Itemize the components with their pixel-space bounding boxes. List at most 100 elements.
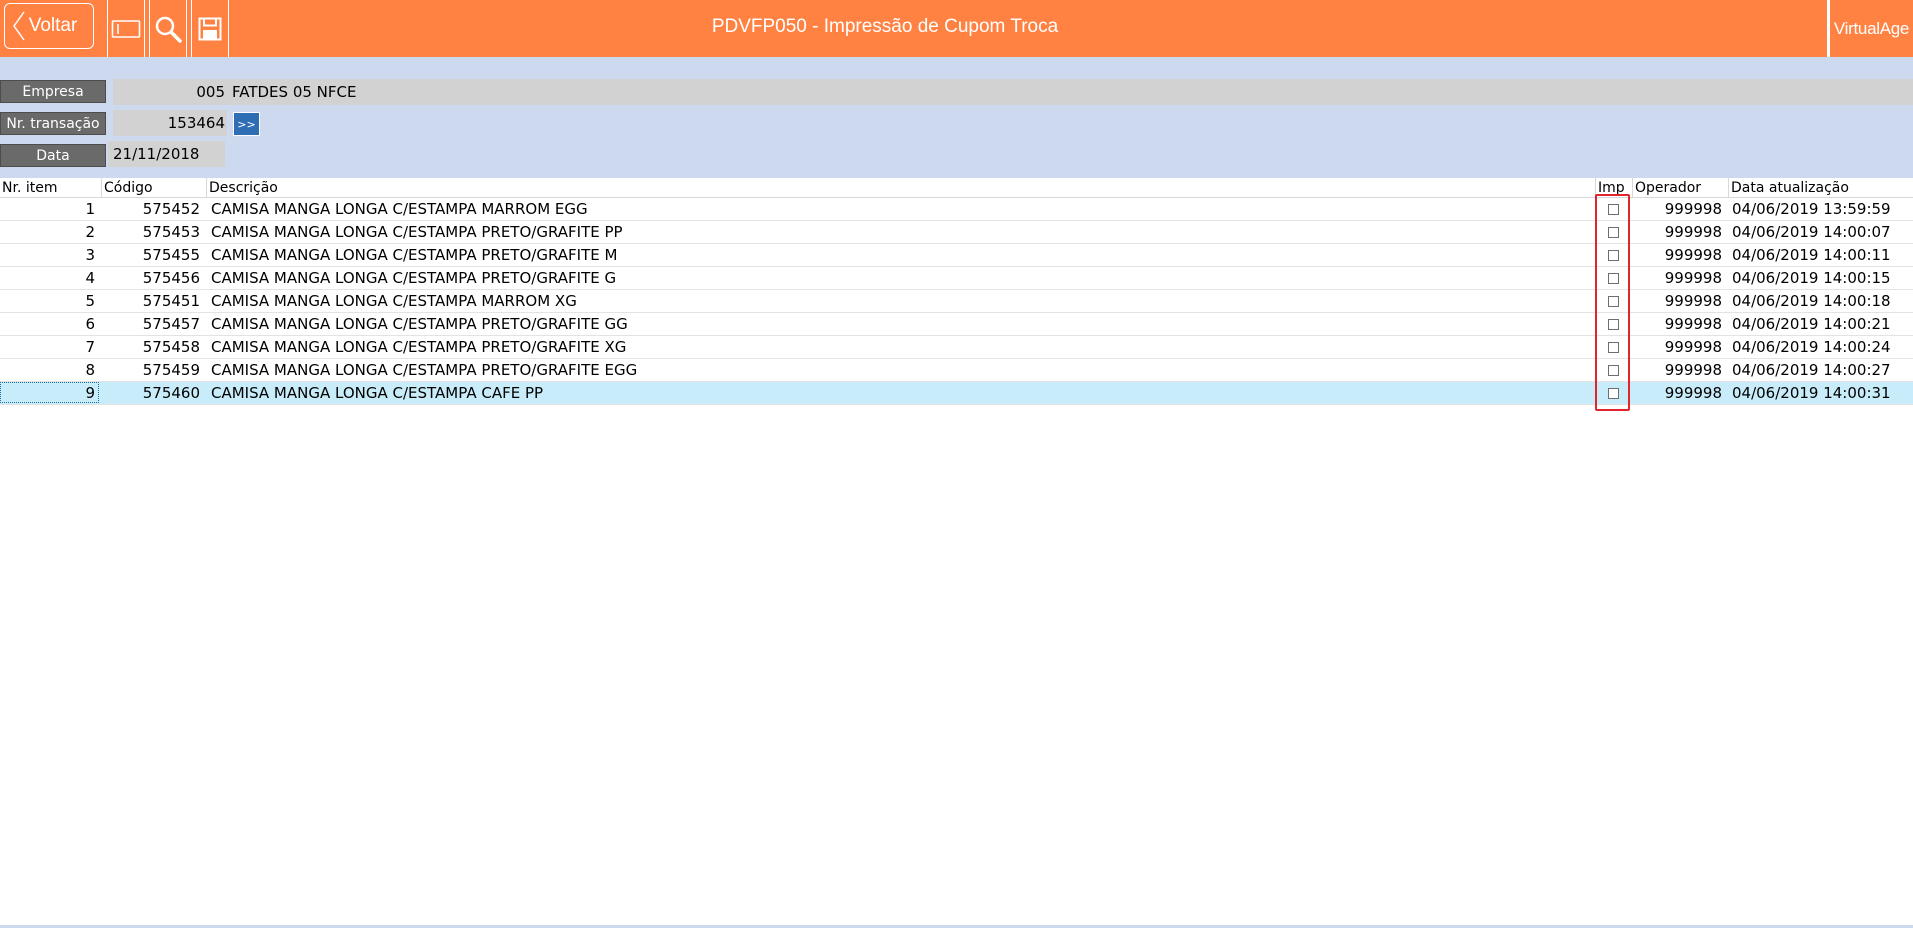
col-imp[interactable]: Imp <box>1595 178 1632 197</box>
data-label: Data <box>0 144 106 167</box>
table-row[interactable]: 1 575452 CAMISA MANGA LONGA C/ESTAMPA MA… <box>0 198 1913 221</box>
cell-data: 04/06/2019 14:00:24 <box>1732 338 1891 356</box>
cell-descricao: CAMISA MANGA LONGA C/ESTAMPA CAFE PP <box>211 384 544 402</box>
cell-item: 5 <box>85 292 95 310</box>
cell-operador: 999998 <box>1664 384 1722 402</box>
cell-codigo: 575453 <box>142 223 200 241</box>
cell-imp <box>1595 336 1632 358</box>
imp-checkbox[interactable] <box>1608 387 1619 399</box>
cell-operador: 999998 <box>1664 223 1722 241</box>
table-row[interactable]: 3 575455 CAMISA MANGA LONGA C/ESTAMPA PR… <box>0 244 1913 267</box>
table-row[interactable]: 6 575457 CAMISA MANGA LONGA C/ESTAMPA PR… <box>0 313 1913 336</box>
cell-descricao: CAMISA MANGA LONGA C/ESTAMPA PRETO/GRAFI… <box>211 223 623 241</box>
cell-item: 2 <box>85 223 95 241</box>
imp-checkbox[interactable] <box>1608 295 1619 307</box>
cell-item: 8 <box>85 361 95 379</box>
form-panel <box>0 57 1913 178</box>
cell-imp <box>1595 267 1632 289</box>
cell-descricao: CAMISA MANGA LONGA C/ESTAMPA PRETO/GRAFI… <box>211 315 628 333</box>
transacao-label: Nr. transação <box>0 112 106 135</box>
back-button-label: Voltar <box>28 15 78 36</box>
save-button[interactable] <box>191 0 229 57</box>
cell-descricao: CAMISA MANGA LONGA C/ESTAMPA PRETO/GRAFI… <box>211 361 638 379</box>
cell-codigo: 575457 <box>142 315 200 333</box>
items-table: Nr. item Código Descrição Imp Operador D… <box>0 178 1913 405</box>
cell-imp <box>1595 221 1632 243</box>
cell-operador: 999998 <box>1664 246 1722 264</box>
cell-descricao: CAMISA MANGA LONGA C/ESTAMPA PRETO/GRAFI… <box>211 269 617 287</box>
cell-data: 04/06/2019 13:59:59 <box>1732 200 1891 218</box>
imp-checkbox[interactable] <box>1608 203 1619 215</box>
imp-checkbox[interactable] <box>1608 272 1619 284</box>
cell-descricao: CAMISA MANGA LONGA C/ESTAMPA PRETO/GRAFI… <box>211 338 627 356</box>
imp-checkbox[interactable] <box>1608 364 1619 376</box>
table-row-selected[interactable]: 9 575460 CAMISA MANGA LONGA C/ESTAMPA CA… <box>0 382 1913 405</box>
data-field[interactable]: 21/11/2018 <box>108 141 225 167</box>
imp-checkbox[interactable] <box>1608 341 1619 353</box>
cell-data: 04/06/2019 14:00:11 <box>1732 246 1891 264</box>
cell-codigo: 575452 <box>142 200 200 218</box>
search-button[interactable] <box>149 0 187 57</box>
cell-data: 04/06/2019 14:00:15 <box>1732 269 1891 287</box>
empresa-label: Empresa <box>0 80 106 103</box>
top-bar: Voltar PDVFP050 - Impressão de Cupom Tro… <box>0 0 1913 57</box>
cell-item: 6 <box>85 315 95 333</box>
cell-item: 4 <box>85 269 95 287</box>
transacao-nav-button[interactable]: >> <box>233 112 260 136</box>
cell-imp <box>1595 198 1632 220</box>
cell-item: 3 <box>85 246 95 264</box>
cell-operador: 999998 <box>1664 315 1722 333</box>
cell-data: 04/06/2019 14:00:21 <box>1732 315 1891 333</box>
table-row[interactable]: 8 575459 CAMISA MANGA LONGA C/ESTAMPA PR… <box>0 359 1913 382</box>
cell-codigo: 575459 <box>142 361 200 379</box>
cell-data: 04/06/2019 14:00:31 <box>1732 384 1891 402</box>
table-header: Nr. item Código Descrição Imp Operador D… <box>0 178 1913 198</box>
transacao-field[interactable]: 153464 <box>113 110 227 136</box>
col-nr-item[interactable]: Nr. item <box>0 178 101 197</box>
cell-descricao: CAMISA MANGA LONGA C/ESTAMPA MARROM EGG <box>211 200 588 218</box>
brand-button[interactable]: VirtualAge <box>1827 0 1913 57</box>
cell-descricao: CAMISA MANGA LONGA C/ESTAMPA PRETO/GRAFI… <box>211 246 618 264</box>
cell-operador: 999998 <box>1664 200 1722 218</box>
focus-outline <box>0 382 99 403</box>
cell-codigo: 575460 <box>142 384 200 402</box>
panel-toggle-icon <box>111 19 141 38</box>
cell-imp <box>1595 313 1632 335</box>
cell-operador: 999998 <box>1664 338 1722 356</box>
col-codigo[interactable]: Código <box>101 178 206 197</box>
cell-item: 7 <box>85 338 95 356</box>
table-row[interactable]: 7 575458 CAMISA MANGA LONGA C/ESTAMPA PR… <box>0 336 1913 359</box>
cell-operador: 999998 <box>1664 292 1722 310</box>
cell-imp <box>1595 359 1632 381</box>
cell-descricao: CAMISA MANGA LONGA C/ESTAMPA MARROM XG <box>211 292 577 310</box>
search-icon <box>155 16 182 43</box>
cell-imp <box>1595 290 1632 312</box>
empresa-name-field: FATDES 05 NFCE <box>227 79 1913 105</box>
cell-imp <box>1595 382 1632 404</box>
cell-data: 04/06/2019 14:00:27 <box>1732 361 1891 379</box>
imp-checkbox[interactable] <box>1608 249 1619 261</box>
empresa-code-field[interactable]: 005 <box>113 79 227 105</box>
table-row[interactable]: 4 575456 CAMISA MANGA LONGA C/ESTAMPA PR… <box>0 267 1913 290</box>
imp-checkbox[interactable] <box>1608 318 1619 330</box>
page-title: PDVFP050 - Impressão de Cupom Troca <box>711 16 1059 37</box>
col-operador[interactable]: Operador <box>1632 178 1728 197</box>
col-data-atualizacao[interactable]: Data atualização <box>1728 178 1913 197</box>
table-row[interactable]: 2 575453 CAMISA MANGA LONGA C/ESTAMPA PR… <box>0 221 1913 244</box>
cell-data: 04/06/2019 14:00:07 <box>1732 223 1891 241</box>
cell-operador: 999998 <box>1664 361 1722 379</box>
back-button[interactable]: Voltar <box>4 3 94 49</box>
chevron-left-icon <box>13 11 25 41</box>
cell-codigo: 575451 <box>142 292 200 310</box>
cell-codigo: 575458 <box>142 338 200 356</box>
col-descricao[interactable]: Descrição <box>206 178 1595 197</box>
cell-item: 1 <box>85 200 95 218</box>
save-icon <box>198 17 222 40</box>
panel-toggle-button[interactable] <box>107 0 145 57</box>
imp-checkbox[interactable] <box>1608 226 1619 238</box>
table-row[interactable]: 5 575451 CAMISA MANGA LONGA C/ESTAMPA MA… <box>0 290 1913 313</box>
cell-data: 04/06/2019 14:00:18 <box>1732 292 1891 310</box>
cell-item[interactable]: 9 <box>0 382 101 404</box>
cell-operador: 999998 <box>1664 269 1722 287</box>
cell-codigo: 575455 <box>142 246 200 264</box>
